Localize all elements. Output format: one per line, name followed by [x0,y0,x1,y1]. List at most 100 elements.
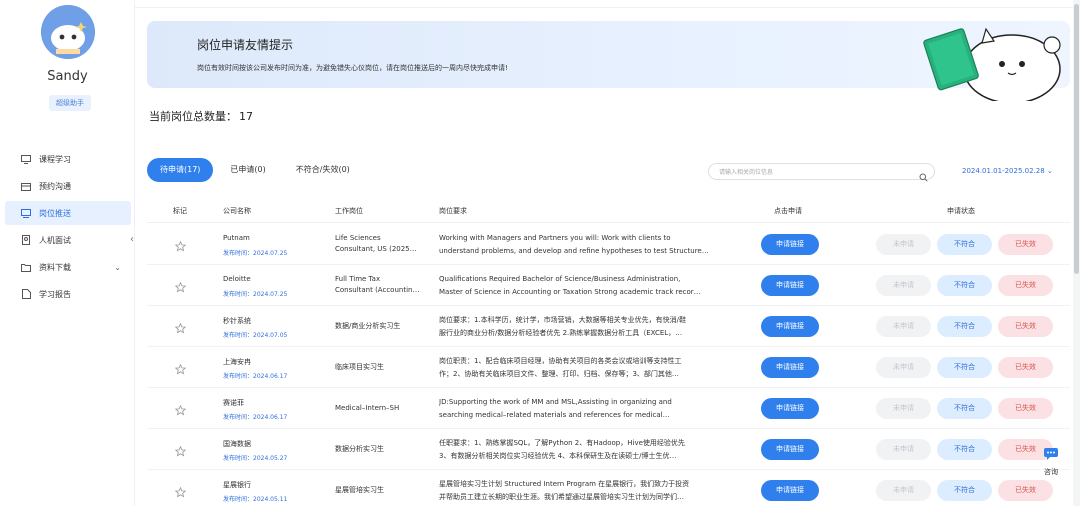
col-apply: 点击申请 [774,207,802,215]
banner-title: 岗位申请友情提示 [197,38,294,52]
job-position-line: Full Time Tax [335,275,381,283]
job-requirements-line: 岗位职责：1、配合临床项目经理，协助有关项目的各类会议或培训等支持性工 [439,357,682,365]
date-range-picker[interactable]: 2024.01.01-2025.02.28 ⌄ [962,167,1053,175]
tab-applied[interactable]: 已申请(0) [217,158,278,182]
apply-link-button[interactable]: 申请链接 [761,316,819,337]
avatar[interactable] [41,5,95,59]
job-position-line: 数据/商业分析实习生 [335,322,401,330]
sidebar-item-appointment[interactable]: 预约沟通 [5,174,131,198]
publish-date: 发布时间：2024.07.25 [223,291,288,298]
chevron-down-icon[interactable]: ⌄ [114,263,121,272]
publish-date: 发布时间：2024.06.17 [223,373,288,380]
star-icon[interactable] [174,442,187,461]
search-input[interactable]: 请输入相关岗位信息 [708,163,935,182]
invalid-button[interactable]: 已失效 [998,480,1053,501]
job-requirements: JD:Supporting the work of MM and MSL,Ass… [439,396,739,422]
job-requirements-line: 星展管培实习生计划 Structured Intern Program 在星展银… [439,480,690,488]
not-applied-button[interactable]: 未申请 [876,439,931,460]
sidebar-item-label: 人机面试 [39,235,71,245]
unfit-button[interactable]: 不符合 [937,234,992,255]
notice-banner: 岗位申请友情提示 岗位有效时间按该公司发布时间为准，为避免错失心仪岗位，请在岗位… [147,21,1070,101]
tab-unfit-invalid[interactable]: 不符合/失效(0) [283,158,363,182]
report-icon [19,289,33,299]
not-applied-button[interactable]: 未申请 [876,275,931,296]
star-icon[interactable] [174,483,187,502]
sidebar-item-label: 预约沟通 [39,181,71,191]
sidebar-item-downloads[interactable]: 资料下载 ⌄ [5,255,131,279]
total-value: 17 [239,110,253,123]
scrollbar-thumb[interactable] [1074,4,1079,274]
sidebar-item-report[interactable]: 学习报告 [5,282,131,306]
star-icon[interactable] [174,401,187,420]
not-applied-button[interactable]: 未申请 [876,234,931,255]
folder-icon [19,262,33,272]
chat-icon [1044,448,1058,460]
job-position-line: 数据分析实习生 [335,445,384,453]
invalid-button[interactable]: 已失效 [998,316,1053,337]
apply-link-button[interactable]: 申请链接 [761,234,819,255]
apply-link-button[interactable]: 申请链接 [761,357,819,378]
apply-link-button[interactable]: 申请链接 [761,439,819,460]
job-requirements: 岗位要求：1.本科学历，统计学，市场营销，大数据等相关专业优先，有快消/鞋 服行… [439,314,739,340]
job-requirements: 星展管培实习生计划 Structured Intern Program 在星展银… [439,478,739,504]
unfit-button[interactable]: 不符合 [937,275,992,296]
company-name: 赛诺菲 [223,399,244,407]
job-position: 数据/商业分析实习生 [335,321,425,332]
username: Sandy [47,69,88,84]
star-icon[interactable] [174,278,187,297]
job-position-line: Life Sciences [335,234,381,242]
unfit-button[interactable]: 不符合 [937,398,992,419]
publish-date: 发布时间：2024.05.11 [223,496,288,503]
job-requirements-line: 作；2、协助有关临床项目文件、整理、打印、归档、保存等；3、部门其他… [439,370,679,378]
job-position-line: Consultant, US (2025… [335,245,417,253]
job-requirements-line: Master of Science in Accounting or Taxat… [439,288,701,296]
mascot-illustration [923,27,1061,101]
apply-link-button[interactable]: 申请链接 [761,398,819,419]
star-icon[interactable] [174,237,187,256]
invalid-button[interactable]: 已失效 [998,398,1053,419]
company-name: 秒针系统 [223,317,251,325]
apply-link-button[interactable]: 申请链接 [761,275,819,296]
table-row: 上海安冉 发布时间：2024.06.17 临床项目实习生 岗位职责：1、配合临床… [147,347,1070,388]
company-name: 上海安冉 [223,358,251,366]
invalid-button[interactable]: 已失效 [998,275,1053,296]
unfit-button[interactable]: 不符合 [937,480,992,501]
divider [135,7,1073,8]
sidebar-item-job-push[interactable]: 岗位推送 [5,201,131,225]
invalid-button[interactable]: 已失效 [998,234,1053,255]
job-requirements-line: 并帮助员工建立长期的职业生涯。我们希望通过星展管培实习生计划为同学们… [439,493,684,501]
col-mark: 标记 [173,207,187,215]
job-requirements-line: 任职要求：1、熟练掌握SQL，了解Python 2、有Hadoop，Hive使用… [439,439,685,447]
job-requirements-line: 岗位要求：1.本科学历，统计学，市场营销，大数据等相关专业优先，有快消/鞋 [439,316,687,324]
not-applied-button[interactable]: 未申请 [876,480,931,501]
star-icon[interactable] [174,360,187,379]
col-company: 公司名称 [223,207,251,215]
collapse-sidebar-icon[interactable]: ‹ [130,234,134,245]
job-requirements: Qualifications Required Bachelor of Scie… [439,273,739,299]
search-icon[interactable] [919,167,928,186]
job-position: Medical–Intern–SH [335,403,425,414]
unfit-button[interactable]: 不符合 [937,316,992,337]
invalid-button[interactable]: 已失效 [998,357,1053,378]
not-applied-button[interactable]: 未申请 [876,316,931,337]
job-position-line: Consultant (Accountin… [335,286,420,294]
tab-pending[interactable]: 待申请(17) [147,158,214,182]
job-requirements-line: JD:Supporting the work of MM and MSL,Ass… [439,398,672,406]
star-icon[interactable] [174,319,187,338]
sidebar-item-interview[interactable]: 人机面试 [5,228,131,252]
not-applied-button[interactable]: 未申请 [876,398,931,419]
consult-button[interactable]: 咨询 [1040,446,1062,477]
sidebar-item-label: 课程学习 [39,154,71,164]
col-position: 工作岗位 [335,207,363,215]
unfit-button[interactable]: 不符合 [937,357,992,378]
unfit-button[interactable]: 不符合 [937,439,992,460]
sidebar-item-course[interactable]: 课程学习 [5,147,131,171]
job-requirements-line: 服行业的商业分析/数据分析经验者优先 2.熟练掌握数据分析工具（EXCEL，… [439,329,683,337]
total-label: 当前岗位总数量： [149,110,237,123]
banner-description: 岗位有效时间按该公司发布时间为准，为避免错失心仪岗位，请在岗位推送后的一周内尽快… [197,64,508,72]
company-name: Deloitte [223,275,251,283]
apply-link-button[interactable]: 申请链接 [761,480,819,501]
job-position-line: Medical–Intern–SH [335,404,400,412]
job-position-line: 临床项目实习生 [335,363,384,371]
not-applied-button[interactable]: 未申请 [876,357,931,378]
